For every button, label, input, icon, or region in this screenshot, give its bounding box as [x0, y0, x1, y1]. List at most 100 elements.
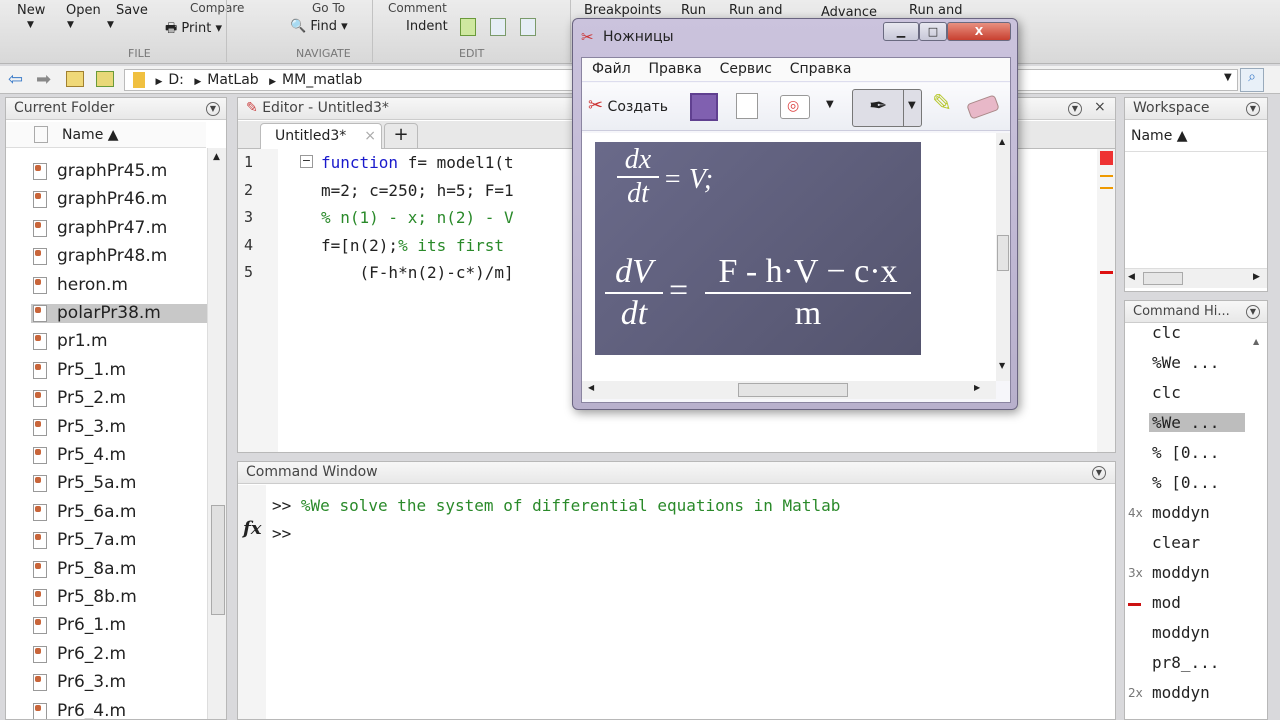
file-item[interactable]: Pr5_4.m — [31, 446, 207, 465]
snip-vscrollbar[interactable]: ▲ ▼ — [996, 133, 1010, 381]
menu-tools[interactable]: Сервис — [720, 61, 772, 77]
browse-folder-icon[interactable] — [96, 71, 114, 87]
file-item[interactable]: Pr5_8a.m — [31, 559, 207, 579]
tab-close-icon[interactable]: × — [364, 128, 376, 144]
scrollbar-thumb[interactable] — [211, 505, 225, 615]
history-item[interactable]: moddyn — [1152, 623, 1210, 642]
file-item[interactable]: Pr5_3.m — [31, 417, 207, 437]
send-dropdown-icon[interactable]: ▼ — [826, 99, 834, 110]
file-item[interactable]: graphPr47.m — [31, 218, 207, 238]
run-button[interactable]: Run — [681, 3, 706, 18]
menu-edit[interactable]: Правка — [649, 61, 702, 77]
minimize-button[interactable]: ▁ — [883, 22, 919, 41]
history-item[interactable]: clc — [1152, 383, 1181, 402]
history-item[interactable]: moddyn — [1152, 563, 1210, 582]
file-item[interactable]: Pr5_1.m — [31, 360, 207, 380]
scroll-left-icon[interactable]: ◀ — [1128, 272, 1135, 282]
history-item[interactable]: moddyn — [1152, 503, 1210, 522]
goto-button[interactable]: Go To — [312, 1, 345, 15]
save-icon[interactable] — [690, 93, 718, 121]
code-line[interactable]: f=[n(2);% its first — [321, 236, 504, 255]
panel-menu-icon[interactable]: ▼ — [1246, 305, 1260, 319]
code-line[interactable]: % n(1) - x; n(2) - V — [321, 208, 514, 227]
close-icon[interactable]: × — [1094, 99, 1106, 115]
workspace-name-header[interactable]: Name ▲ — [1125, 122, 1267, 152]
scrollbar-thumb[interactable] — [738, 383, 848, 397]
file-item[interactable]: Pr5_6a.m — [31, 502, 207, 522]
copy-icon[interactable] — [736, 93, 758, 119]
snip-hscrollbar[interactable]: ◀ ▶ — [582, 381, 996, 399]
compare-button[interactable]: Compare — [190, 1, 244, 15]
file-item[interactable]: Pr6_3.m — [31, 673, 207, 692]
search-icon[interactable]: ⌕ — [1240, 68, 1264, 92]
back-icon[interactable]: ⇦ — [8, 69, 23, 90]
folder-scrollbar[interactable]: ▲ — [207, 148, 226, 719]
new-snip-button[interactable]: ✂ Создать — [588, 95, 668, 116]
close-button[interactable]: X — [947, 22, 1011, 41]
maximize-button[interactable]: □ — [919, 22, 947, 41]
scroll-up-icon[interactable]: ▲ — [1253, 337, 1259, 346]
file-item[interactable]: graphPr46.m — [31, 190, 207, 209]
warning-marker[interactable] — [1100, 187, 1113, 189]
fold-icon[interactable]: − — [300, 155, 313, 168]
tab-untitled3[interactable]: Untitled3* × — [260, 123, 382, 149]
file-item[interactable]: polarPr38.m — [31, 304, 207, 323]
panel-menu-icon[interactable]: ▼ — [1246, 102, 1260, 116]
scroll-right-icon[interactable]: ▶ — [1253, 272, 1260, 282]
scroll-right-icon[interactable]: ▶ — [974, 383, 980, 392]
path-segment[interactable]: D: — [168, 72, 184, 88]
error-marker[interactable] — [1100, 271, 1113, 274]
error-indicator-icon[interactable] — [1100, 151, 1113, 165]
scrollbar-thumb[interactable] — [997, 235, 1009, 271]
scroll-up-icon[interactable]: ▲ — [213, 152, 220, 162]
indent-button[interactable]: Indent — [406, 19, 448, 34]
command-input[interactable]: >> — [272, 524, 291, 543]
new-tab-button[interactable]: + — [384, 123, 418, 149]
fx-function-browser-icon[interactable]: fx — [243, 518, 261, 539]
workspace-hscrollbar[interactable]: ◀ ▶ — [1125, 268, 1267, 288]
run-and-advance-button[interactable]: Run and — [909, 3, 963, 18]
panel-menu-icon[interactable]: ▼ — [206, 102, 220, 116]
file-item[interactable]: Pr5_7a.m — [31, 531, 207, 550]
file-item[interactable]: Pr5_5a.m — [31, 474, 207, 493]
run-and-button[interactable]: Run and — [729, 3, 783, 18]
menu-help[interactable]: Справка — [790, 61, 852, 77]
open-button[interactable]: Open — [66, 3, 101, 18]
print-button[interactable]: 🖶 Print ▾ — [165, 19, 222, 41]
new-dropdown-icon[interactable]: ▼ — [27, 20, 34, 30]
up-folder-icon[interactable] — [66, 71, 84, 87]
panel-menu-icon[interactable]: ▼ — [1068, 102, 1082, 116]
file-item[interactable]: heron.m — [31, 275, 207, 295]
comment-button[interactable]: Comment — [388, 1, 447, 15]
eraser-icon[interactable] — [966, 94, 1000, 120]
increase-indent-icon[interactable] — [490, 18, 506, 36]
history-item[interactable]: mod — [1152, 593, 1181, 612]
code-line[interactable]: (F-h*n(2)-c*)/m] — [321, 263, 514, 282]
scroll-up-icon[interactable]: ▲ — [999, 137, 1005, 146]
scrollbar-thumb[interactable] — [1143, 272, 1183, 285]
save-button[interactable]: Save — [116, 3, 148, 18]
path-dropdown-icon[interactable]: ▼ — [1224, 72, 1232, 83]
send-email-icon[interactable]: ◎ — [780, 95, 810, 119]
file-item[interactable]: graphPr45.m — [31, 162, 207, 181]
file-item[interactable]: Pr6_1.m — [31, 616, 207, 635]
new-button[interactable]: New — [17, 3, 45, 18]
find-button[interactable]: 🔍 Find ▾ — [290, 19, 348, 34]
decrease-indent-icon[interactable] — [520, 18, 536, 36]
history-item[interactable]: pr8_... — [1152, 653, 1219, 672]
history-item[interactable]: clc — [1152, 323, 1181, 342]
history-item[interactable]: clear — [1152, 533, 1200, 552]
history-item[interactable]: % [0... — [1152, 443, 1219, 462]
scroll-down-icon[interactable]: ▼ — [999, 361, 1005, 370]
file-item[interactable]: Pr6_2.m — [31, 644, 207, 664]
highlighter-icon[interactable]: ✎ — [932, 89, 952, 117]
pen-tool-button[interactable]: ✒ ▼ — [852, 89, 922, 127]
save-dropdown-icon[interactable]: ▼ — [107, 20, 114, 30]
history-item[interactable]: moddyn — [1152, 683, 1210, 702]
open-dropdown-icon[interactable]: ▼ — [67, 20, 74, 30]
name-column-header[interactable]: Name ▲ — [6, 122, 206, 148]
code-line[interactable]: function f= model1(t — [321, 153, 514, 172]
menu-file[interactable]: Файл — [592, 61, 631, 77]
warning-marker[interactable] — [1100, 175, 1113, 177]
history-item[interactable]: % [0... — [1152, 473, 1219, 492]
